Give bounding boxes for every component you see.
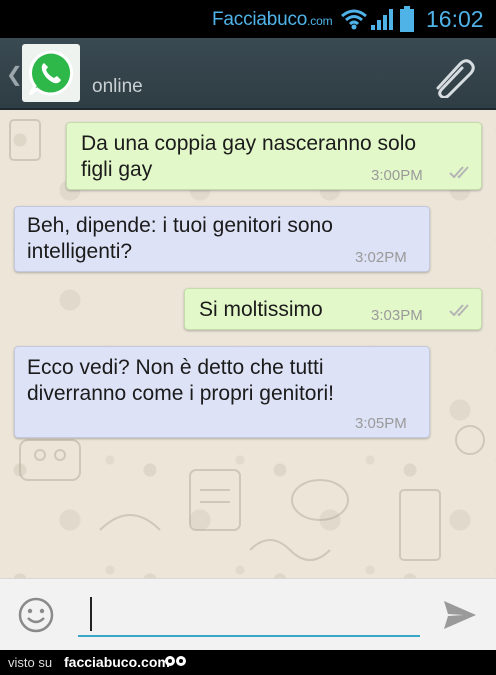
message-time: 3:00PM <box>371 167 423 184</box>
compose-bar <box>0 578 496 650</box>
footer-site-link[interactable]: facciabuco.com <box>64 654 170 670</box>
conversation-area[interactable]: Da una coppia gay nasceranno solo figli … <box>0 110 496 578</box>
chat-header: ❮ online <box>0 38 496 110</box>
contact-status: online <box>92 76 143 97</box>
emoji-icon[interactable] <box>18 597 54 633</box>
wifi-icon <box>341 9 367 30</box>
signal-icon <box>371 9 393 30</box>
send-icon[interactable] <box>442 599 478 631</box>
back-icon[interactable]: ❮ <box>6 62 23 87</box>
message-text: Beh, dipende: i tuoi genitori sono intel… <box>27 214 333 263</box>
message-time: 3:02PM <box>355 249 407 266</box>
attach-icon[interactable] <box>430 54 476 98</box>
message-time: 3:05PM <box>355 415 407 432</box>
footer-visto-text: visto su <box>8 655 53 670</box>
text-cursor <box>90 597 92 631</box>
message-bubble-incoming[interactable]: Beh, dipende: i tuoi genitori sono intel… <box>14 206 430 272</box>
battery-icon <box>400 6 414 32</box>
message-text: Ecco vedi? Non è detto che tutti diverra… <box>27 356 334 405</box>
message-text: Da una coppia gay nasceranno solo figli … <box>81 132 417 181</box>
message-bubble-outgoing[interactable]: Si moltissimo 3:03PM <box>184 288 482 330</box>
message-bubble-outgoing[interactable]: Da una coppia gay nasceranno solo figli … <box>66 122 482 190</box>
message-bubble-incoming[interactable]: Ecco vedi? Non è detto che tutti diverra… <box>14 346 430 438</box>
double-check-icon <box>449 166 469 179</box>
brand-watermark: Facciabuco.com <box>212 9 333 30</box>
avatar[interactable] <box>22 44 80 102</box>
double-check-icon <box>449 304 469 317</box>
message-time: 3:03PM <box>371 307 423 324</box>
message-input[interactable] <box>78 593 420 637</box>
status-clock: 16:02 <box>426 6 484 32</box>
owl-eyes-icon <box>165 656 186 666</box>
whatsapp-icon <box>28 50 74 96</box>
status-bar: Facciabuco.com 16:02 <box>0 0 496 38</box>
message-text: Si moltissimo <box>199 298 323 321</box>
watermark-footer: visto su facciabuco.com <box>0 650 496 675</box>
